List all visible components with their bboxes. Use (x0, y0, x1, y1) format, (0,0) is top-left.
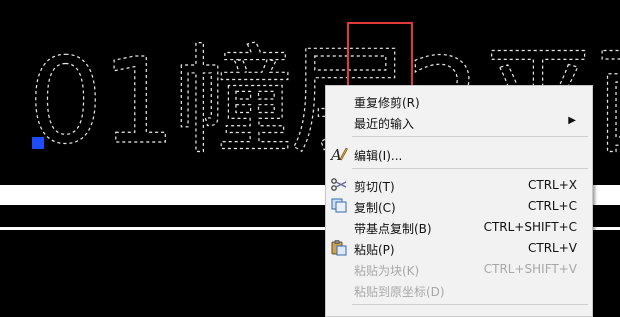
copy-icon (330, 197, 348, 214)
shortcut-label: CTRL+V (528, 241, 577, 255)
svg-text:A: A (330, 146, 342, 162)
menu-item-label: 最近的输入 (354, 117, 415, 131)
menu-item-label: 复制(C) (354, 201, 396, 215)
submenu-arrow-icon: ▶ (568, 115, 576, 126)
menu-separator (352, 136, 588, 137)
menu-item-copy-with-basepoint[interactable]: 带基点复制(B) CTRL+SHIFT+C (326, 216, 592, 237)
menu-item-label: 粘贴为块(K) (354, 264, 420, 278)
menu-item-cut[interactable]: 剪切(T) CTRL+X (326, 174, 592, 195)
menu-item-recent-input[interactable]: 最近的输入 ▶ (326, 111, 592, 132)
shortcut-label: CTRL+X (527, 178, 577, 192)
menu-separator (352, 168, 588, 169)
context-menu: 重复修剪(R) 最近的输入 ▶ A 编辑(I)... 剪切(T) CTRL+X (325, 85, 593, 317)
menu-separator (352, 304, 588, 305)
selection-grip[interactable] (32, 137, 44, 149)
shortcut-label: CTRL+SHIFT+V (483, 262, 577, 276)
menu-item-label: 粘贴(P) (354, 243, 395, 257)
menu-item-label: 编辑(I)... (354, 149, 403, 163)
menu-item-label: 带基点复制(B) (354, 222, 432, 236)
menu-item-paste[interactable]: 粘贴(P) CTRL+V (326, 237, 592, 258)
menu-item-paste-as-block[interactable]: 粘贴为块(K) CTRL+SHIFT+V (326, 258, 592, 279)
paste-icon (330, 239, 348, 256)
menu-item-paste-to-original-coords[interactable]: 粘贴到原坐标(D) (326, 279, 592, 300)
edit-text-icon: A (329, 145, 348, 164)
menu-item-label: 粘贴到原坐标(D) (354, 285, 445, 299)
scissors-icon (330, 176, 348, 193)
shortcut-label: CTRL+C (527, 199, 577, 213)
menu-item-label: 剪切(T) (354, 180, 395, 194)
menu-item-edit[interactable]: A 编辑(I)... (326, 143, 592, 164)
shortcut-label: CTRL+SHIFT+C (483, 220, 577, 234)
menu-item-copy[interactable]: 复制(C) CTRL+C (326, 195, 592, 216)
menu-item-label: 重复修剪(R) (354, 96, 420, 110)
menu-item-repeat-trim[interactable]: 重复修剪(R) (326, 90, 592, 111)
